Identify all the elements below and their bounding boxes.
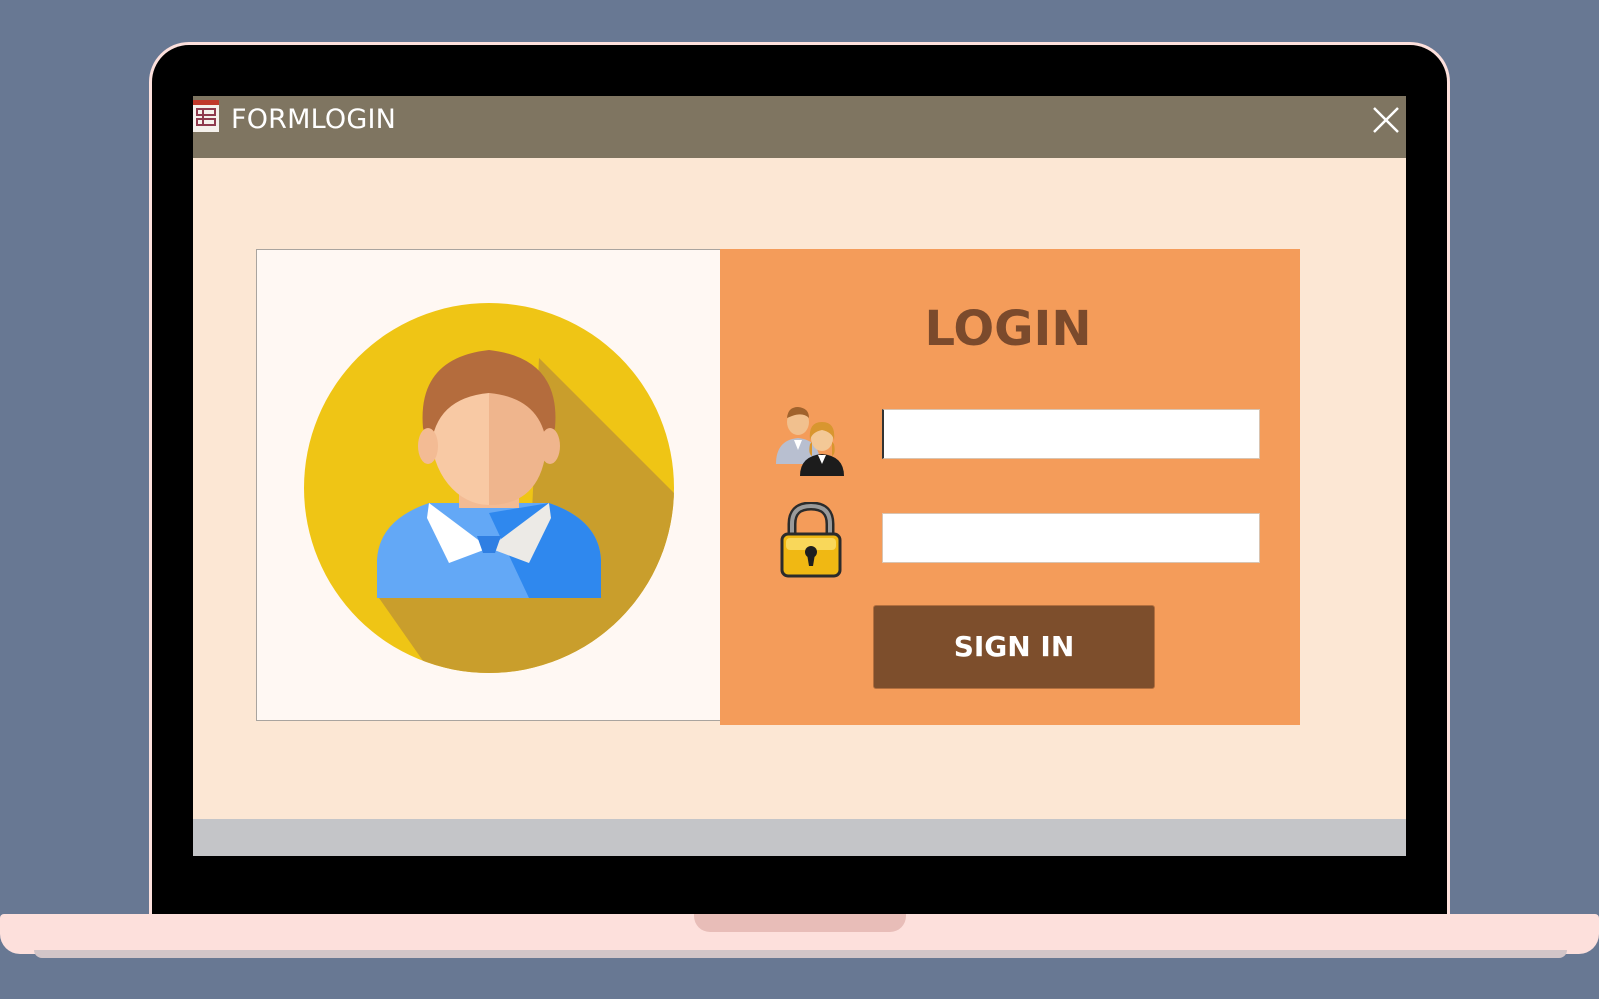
- laptop-notch: [694, 914, 906, 932]
- window-title: FORMLOGIN: [231, 104, 397, 135]
- sign-in-button[interactable]: SIGN IN: [873, 605, 1155, 689]
- close-icon[interactable]: [1366, 100, 1406, 140]
- title-bar: FORMLOGIN: [193, 96, 1406, 158]
- avatar-panel: [256, 249, 720, 721]
- form-icon: [193, 100, 221, 132]
- laptop-foot: [34, 950, 1567, 958]
- users-icon: [776, 407, 844, 476]
- username-input[interactable]: [882, 409, 1260, 459]
- login-heading: LOGIN: [924, 301, 1092, 357]
- login-panel: LOGIN SIGN IN: [720, 249, 1300, 725]
- form-window: FORMLOGIN LOGIN SIGN IN: [193, 96, 1406, 856]
- user-avatar-icon: [304, 303, 674, 673]
- status-bar: [193, 819, 1406, 856]
- password-input[interactable]: [882, 513, 1260, 563]
- login-card: LOGIN SIGN IN: [256, 249, 1300, 725]
- lock-icon: [780, 502, 842, 578]
